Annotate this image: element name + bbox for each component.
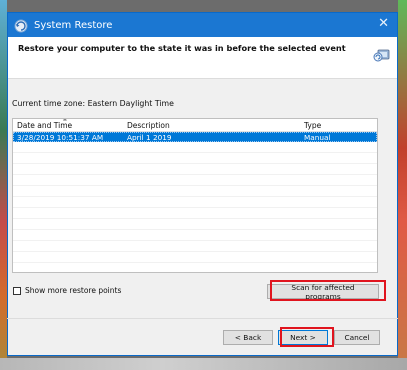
- highlight-box-scan: [270, 280, 386, 301]
- show-more-label: Show more restore points: [25, 286, 122, 295]
- row-type: Manual: [304, 132, 331, 142]
- empty-row: [13, 153, 377, 164]
- empty-row: [13, 164, 377, 175]
- back-button[interactable]: < Back: [223, 330, 273, 345]
- show-more-checkbox[interactable]: [13, 286, 21, 295]
- show-more-restore-points[interactable]: Show more restore points: [13, 286, 121, 295]
- empty-row: [13, 197, 377, 208]
- row-description: April 1 2019: [127, 132, 172, 142]
- instruction-text: Restore your computer to the state it wa…: [18, 43, 346, 53]
- empty-row: [13, 241, 377, 252]
- title-bar: System Restore ✕: [8, 13, 397, 37]
- header-panel: Restore your computer to the state it wa…: [8, 37, 397, 79]
- empty-row: [13, 142, 377, 153]
- desktop-wallpaper-left: [0, 0, 7, 370]
- system-restore-icon: [373, 46, 391, 64]
- taskbar-strip: [0, 358, 407, 370]
- column-header-description[interactable]: Description: [124, 121, 301, 130]
- empty-row: [13, 208, 377, 219]
- empty-row: [13, 175, 377, 186]
- restore-points-list[interactable]: Date and Time ▲ Description Type 3/28/20…: [12, 118, 378, 273]
- empty-row: [13, 263, 377, 272]
- window-title: System Restore: [34, 19, 113, 31]
- desktop-wallpaper-right: [398, 0, 407, 370]
- close-icon[interactable]: ✕: [378, 17, 389, 31]
- column-header-date-label: Date and Time: [17, 120, 73, 130]
- table-row[interactable]: 3/28/2019 10:51:37 AM April 1 2019 Manua…: [13, 132, 377, 142]
- empty-row: [13, 186, 377, 197]
- row-date: 3/28/2019 10:51:37 AM: [17, 132, 104, 142]
- footer-divider: [7, 318, 398, 319]
- empty-row: [13, 230, 377, 241]
- column-header-date[interactable]: Date and Time ▲: [13, 118, 124, 130]
- system-restore-icon: [14, 18, 28, 33]
- empty-row: [13, 219, 377, 230]
- list-header: Date and Time ▲ Description Type: [13, 119, 377, 132]
- empty-row: [13, 252, 377, 263]
- sort-arrow-icon: ▲: [63, 118, 67, 122]
- cancel-button[interactable]: Cancel: [334, 330, 380, 345]
- column-header-type[interactable]: Type: [301, 121, 377, 130]
- timezone-label: Current time zone: Eastern Daylight Time: [12, 99, 174, 108]
- highlight-box-next: [280, 327, 334, 347]
